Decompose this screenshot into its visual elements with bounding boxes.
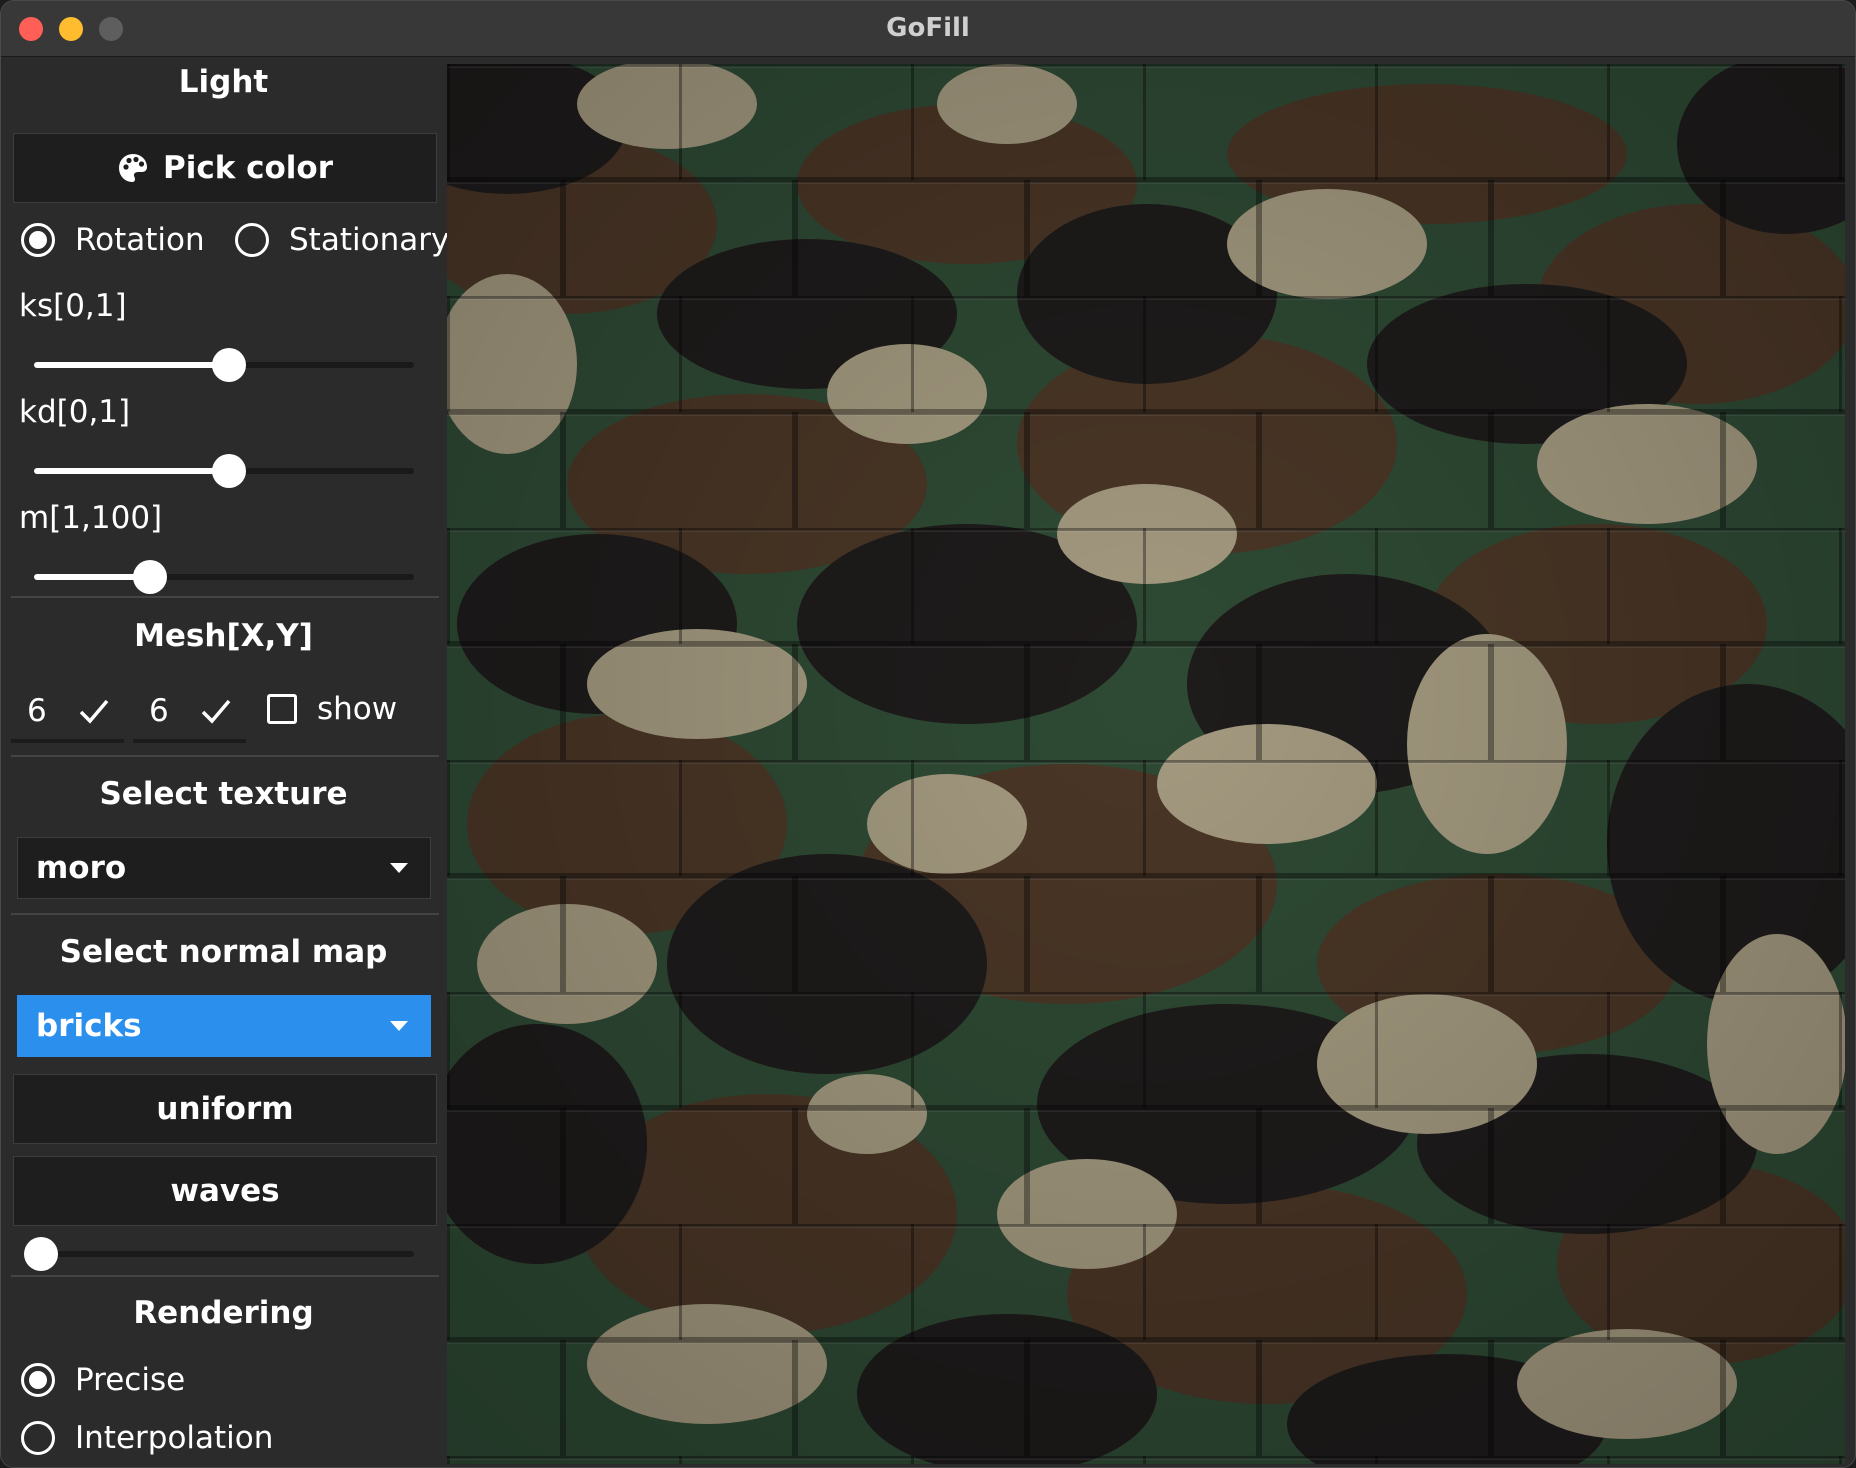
mesh-heading: Mesh[X,Y] — [134, 618, 313, 654]
mesh-y-entry[interactable]: 6 — [133, 683, 246, 743]
texture-select[interactable]: moro — [17, 837, 431, 899]
checkbox-box — [267, 694, 297, 724]
divider — [11, 755, 439, 757]
waves-label: waves — [170, 1173, 280, 1209]
waves-slider-thumb[interactable] — [24, 1237, 58, 1271]
uniform-label: uniform — [156, 1091, 294, 1127]
select-normal-map-heading: Select normal map — [59, 934, 388, 970]
rotation-radio[interactable]: Rotation — [21, 222, 205, 258]
m-label: m[1,100] — [19, 500, 163, 536]
ks-slider[interactable] — [34, 345, 414, 385]
m-slider-thumb[interactable] — [133, 560, 167, 594]
m-slider[interactable] — [34, 557, 414, 597]
interpolation-label: Interpolation — [75, 1420, 274, 1456]
normal-map-select-value: bricks — [36, 1008, 142, 1044]
kd-slider-thumb[interactable] — [212, 454, 246, 488]
waves-button[interactable]: waves — [13, 1156, 437, 1226]
kd-label: kd[0,1] — [19, 394, 131, 430]
caret-down-icon — [390, 863, 408, 873]
ks-label: ks[0,1] — [19, 288, 127, 324]
mesh-y-value: 6 — [149, 693, 169, 729]
select-texture-heading: Select texture — [99, 776, 348, 812]
radio-ring — [21, 223, 55, 257]
control-sidebar: Light Pick color Rotation Stationary ks[… — [1, 58, 449, 1467]
interpolation-radio[interactable]: Interpolation — [21, 1420, 273, 1456]
radio-ring — [235, 223, 269, 257]
uniform-button[interactable]: uniform — [13, 1074, 437, 1144]
divider — [11, 1275, 439, 1277]
ks-slider-thumb[interactable] — [212, 348, 246, 382]
show-mesh-checkbox[interactable]: show — [267, 691, 397, 727]
divider — [11, 596, 439, 598]
stationary-label: Stationary — [289, 222, 450, 258]
render-canvas[interactable] — [447, 64, 1845, 1464]
normal-map-select[interactable]: bricks — [17, 995, 431, 1057]
precise-radio[interactable]: Precise — [21, 1362, 185, 1398]
radio-ring — [21, 1421, 55, 1455]
precise-label: Precise — [75, 1362, 186, 1398]
camouflage-bricks-render — [447, 64, 1845, 1464]
app-window: GoFill Light Pick color Rotation Station… — [0, 0, 1856, 1468]
light-heading: Light — [178, 64, 269, 100]
rendering-heading: Rendering — [133, 1295, 314, 1331]
waves-slider[interactable] — [24, 1234, 414, 1274]
radio-ring — [21, 1363, 55, 1397]
checkmark-icon[interactable] — [199, 694, 233, 728]
rotation-label: Rotation — [75, 222, 205, 258]
texture-select-value: moro — [36, 850, 127, 886]
kd-slider[interactable] — [34, 451, 414, 491]
divider — [11, 913, 439, 915]
window-title: GoFill — [886, 13, 970, 43]
pick-color-label: Pick color — [162, 150, 333, 186]
checkmark-icon[interactable] — [77, 694, 111, 728]
palette-icon — [117, 152, 149, 184]
title-bar: GoFill — [1, 1, 1855, 57]
caret-down-icon — [390, 1021, 408, 1031]
pick-color-button[interactable]: Pick color — [13, 133, 437, 203]
show-mesh-label: show — [317, 691, 398, 727]
mesh-x-entry[interactable]: 6 — [11, 683, 124, 743]
stationary-radio[interactable]: Stationary — [235, 222, 449, 258]
mesh-x-value: 6 — [27, 693, 47, 729]
